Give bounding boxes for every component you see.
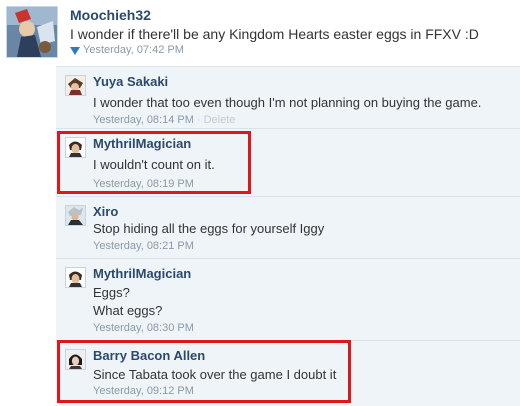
comment-item: MythrilMagician Eggs? What eggs? Yesterd…: [56, 258, 520, 340]
meta-separator: ·: [196, 114, 201, 126]
commenter-name[interactable]: Yuya Sakaki: [93, 74, 168, 89]
comment-meta: Yesterday, 08:14 PM · Delete: [93, 114, 235, 126]
comment-item: Yuya Sakaki I wonder that too even thoug…: [56, 66, 520, 128]
commenter-name[interactable]: MythrilMagician: [93, 266, 191, 281]
comment-meta: Yesterday, 08:21 PM: [93, 240, 194, 252]
highlight-box: [57, 340, 351, 403]
commenter-avatar[interactable]: [65, 205, 86, 226]
comment-text: I wonder that too even though I'm not pl…: [93, 95, 482, 110]
comment-timestamp[interactable]: Yesterday, 08:21 PM: [93, 240, 194, 252]
commenter-avatar[interactable]: [65, 75, 86, 96]
comment-text-line: What eggs?: [93, 303, 163, 318]
comment-meta: Yesterday, 08:30 PM: [93, 322, 194, 334]
comment-text-line: Eggs?: [93, 285, 130, 300]
commenter-name[interactable]: Xiro: [93, 204, 118, 219]
comment-text: Stop hiding all the eggs for yourself Ig…: [93, 221, 325, 236]
commenter-avatar[interactable]: [65, 267, 86, 288]
comment-item: Xiro Stop hiding all the eggs for yourse…: [56, 196, 520, 258]
highlight-box: [57, 131, 251, 194]
poster-name[interactable]: Moochieh32: [70, 7, 151, 23]
poster-avatar[interactable]: [6, 6, 58, 58]
post-meta: Yesterday, 07:42 PM: [70, 44, 184, 56]
expand-triangle-icon[interactable]: [70, 46, 80, 55]
comment-timestamp[interactable]: Yesterday, 08:30 PM: [93, 322, 194, 334]
status-post: Moochieh32 I wonder if there'll be any K…: [0, 0, 520, 62]
comment-timestamp[interactable]: Yesterday, 08:14 PM: [93, 114, 194, 126]
status-update-page: Moochieh32 I wonder if there'll be any K…: [0, 0, 520, 406]
delete-link[interactable]: Delete: [204, 114, 236, 126]
post-text: I wonder if there'll be any Kingdom Hear…: [70, 26, 479, 42]
post-timestamp[interactable]: Yesterday, 07:42 PM: [83, 44, 184, 56]
